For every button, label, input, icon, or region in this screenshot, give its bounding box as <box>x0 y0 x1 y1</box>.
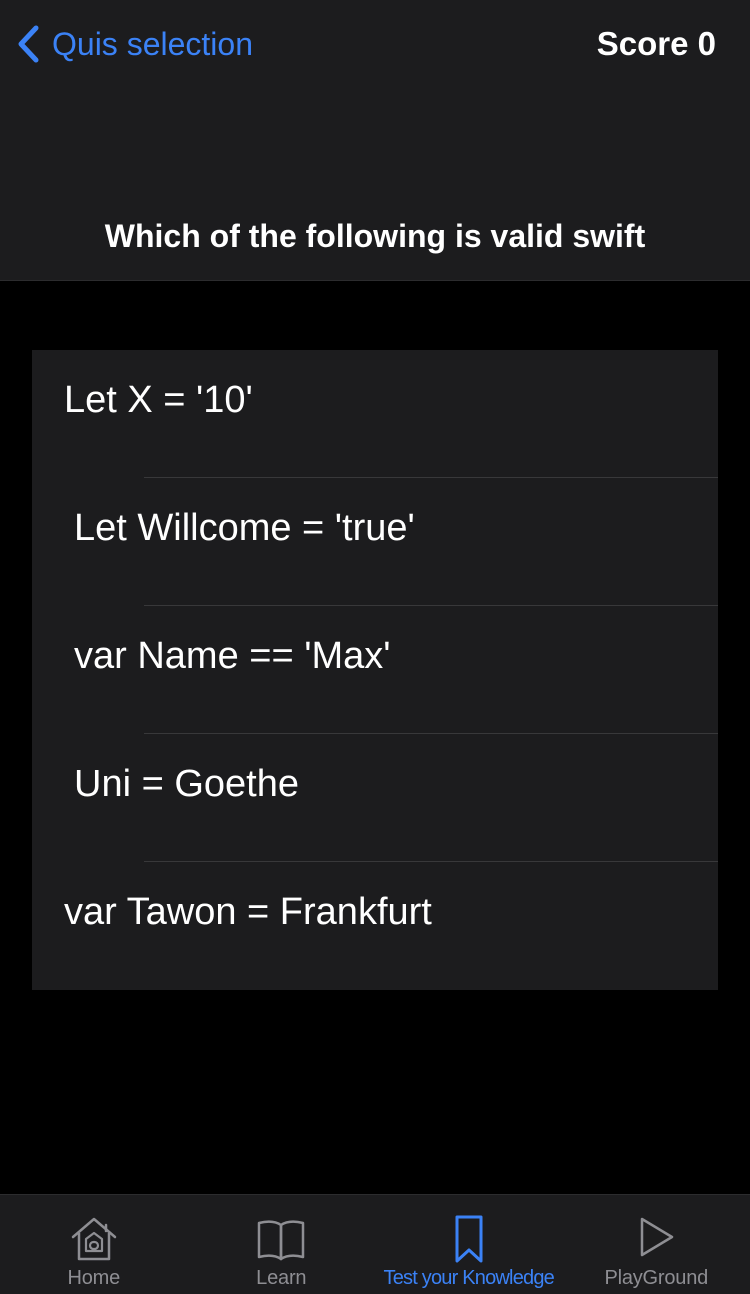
answer-label: var Name == 'Max' <box>74 635 391 677</box>
answer-list: Let X = '10' Let Willcome = 'true' var N… <box>32 350 718 990</box>
tab-learn[interactable]: Learn <box>188 1195 376 1294</box>
question-text: Which of the following is valid swift <box>104 218 646 254</box>
back-label: Quis selection <box>52 26 253 62</box>
answer-label: Let Willcome = 'true' <box>74 507 415 549</box>
tab-bar: Home Learn Test your Knowledge PlayGroun… <box>0 1194 750 1294</box>
answer-option[interactable]: Let Willcome = 'true' <box>32 478 718 606</box>
tab-label: Test your Knowledge <box>383 1267 555 1289</box>
header: Quis selection Score 0 Which of the foll… <box>0 0 750 281</box>
answer-label: Uni = Goethe <box>74 763 299 805</box>
answer-option[interactable]: var Name == 'Max' <box>32 606 718 734</box>
quiz-screen: Quis selection Score 0 Which of the foll… <box>0 0 750 1294</box>
tab-test-your-knowledge[interactable]: Test your Knowledge <box>375 1195 563 1294</box>
book-icon <box>258 1220 305 1261</box>
chevron-left-icon <box>18 25 39 63</box>
tab-home[interactable]: Home <box>0 1195 188 1294</box>
answer-option[interactable]: var Tawon = Frankfurt <box>32 862 718 990</box>
tab-label: Learn <box>256 1267 307 1289</box>
answer-option[interactable]: Let X = '10' <box>32 350 718 478</box>
house-icon <box>71 1217 116 1261</box>
tab-label: PlayGround <box>604 1267 709 1289</box>
tab-label: Home <box>67 1267 121 1289</box>
back-button[interactable]: Quis selection <box>16 22 253 66</box>
answer-option[interactable]: Uni = Goethe <box>32 734 718 862</box>
answer-label: var Tawon = Frankfurt <box>64 891 432 933</box>
score-label: Score 0 <box>596 25 716 62</box>
bookmark-icon <box>455 1215 483 1263</box>
answer-label: Let X = '10' <box>64 379 253 421</box>
tab-playground[interactable]: PlayGround <box>563 1195 750 1294</box>
play-icon <box>641 1217 674 1257</box>
